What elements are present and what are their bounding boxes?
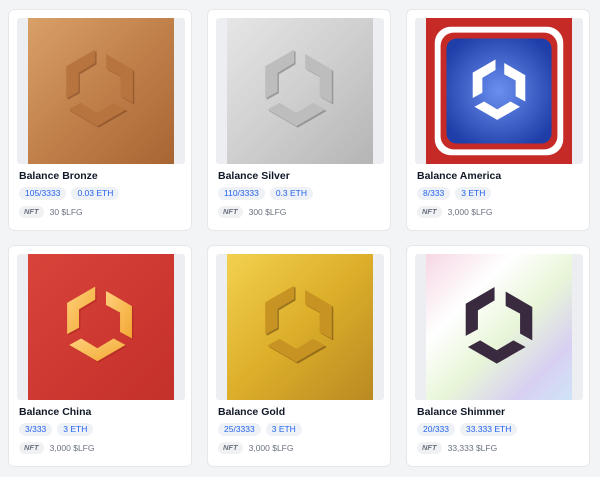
nft-card-america[interactable]: Balance America 8/333 3 ETH NFT 3,000 $L… <box>406 9 590 231</box>
nft-thumbnail[interactable] <box>17 18 185 164</box>
lfg-price: 3,000 $LFG <box>49 443 95 453</box>
nft-thumbnail[interactable] <box>216 254 384 400</box>
nft-tag: NFT <box>417 206 442 218</box>
lfg-price: 33,333 $LFG <box>447 443 498 453</box>
nft-card-gold[interactable]: Balance Gold 25/3333 3 ETH NFT 3,000 $LF… <box>207 245 391 467</box>
lfg-price: 300 $LFG <box>248 207 287 217</box>
eth-price-badge: 0.3 ETH <box>269 187 314 200</box>
supply-badge: 105/3333 <box>19 187 67 200</box>
lfg-price: 3,000 $LFG <box>248 443 294 453</box>
eth-price-badge: 3 ETH <box>265 423 302 436</box>
nft-title: Balance China <box>19 406 92 418</box>
balance-america-artwork <box>426 18 572 164</box>
nft-thumbnail[interactable] <box>216 18 384 164</box>
nft-tag: NFT <box>19 442 44 454</box>
nft-title: Balance Bronze <box>19 170 98 182</box>
nft-title: Balance Silver <box>218 170 290 182</box>
supply-badge: 8/333 <box>417 187 451 200</box>
eth-price-badge: 3 ETH <box>57 423 94 436</box>
nft-tag: NFT <box>218 442 243 454</box>
nft-card-bronze[interactable]: Balance Bronze 105/3333 0.03 ETH NFT 30 … <box>8 9 192 231</box>
balance-bronze-artwork <box>28 18 174 164</box>
eth-price-badge: 33.333 ETH <box>460 423 518 436</box>
nft-title: Balance America <box>417 170 502 182</box>
balance-silver-artwork <box>227 18 373 164</box>
nft-tag: NFT <box>218 206 243 218</box>
nft-title: Balance Shimmer <box>417 406 506 418</box>
lfg-price: 3,000 $LFG <box>447 207 493 217</box>
nft-title: Balance Gold <box>218 406 286 418</box>
balance-china-artwork <box>28 254 174 400</box>
eth-price-badge: 3 ETH <box>455 187 492 200</box>
balance-shimmer-artwork <box>426 254 572 400</box>
nft-thumbnail[interactable] <box>415 18 583 164</box>
supply-badge: 110/3333 <box>218 187 265 200</box>
nft-card-silver[interactable]: Balance Silver 110/3333 0.3 ETH NFT 300 … <box>207 9 391 231</box>
supply-badge: 20/333 <box>417 423 455 436</box>
nft-thumbnail[interactable] <box>415 254 583 400</box>
supply-badge: 25/3333 <box>218 423 261 436</box>
eth-price-badge: 0.03 ETH <box>71 187 120 200</box>
nft-tag: NFT <box>19 206 44 218</box>
nft-card-shimmer[interactable]: Balance Shimmer 20/333 33.333 ETH NFT 33… <box>406 245 590 467</box>
nft-tag: NFT <box>417 442 442 454</box>
nft-card-china[interactable]: Balance China 3/333 3 ETH NFT 3,000 $LFG <box>8 245 192 467</box>
lfg-price: 30 $LFG <box>49 207 83 217</box>
supply-badge: 3/333 <box>19 423 53 436</box>
balance-gold-artwork <box>227 254 373 400</box>
nft-thumbnail[interactable] <box>17 254 185 400</box>
